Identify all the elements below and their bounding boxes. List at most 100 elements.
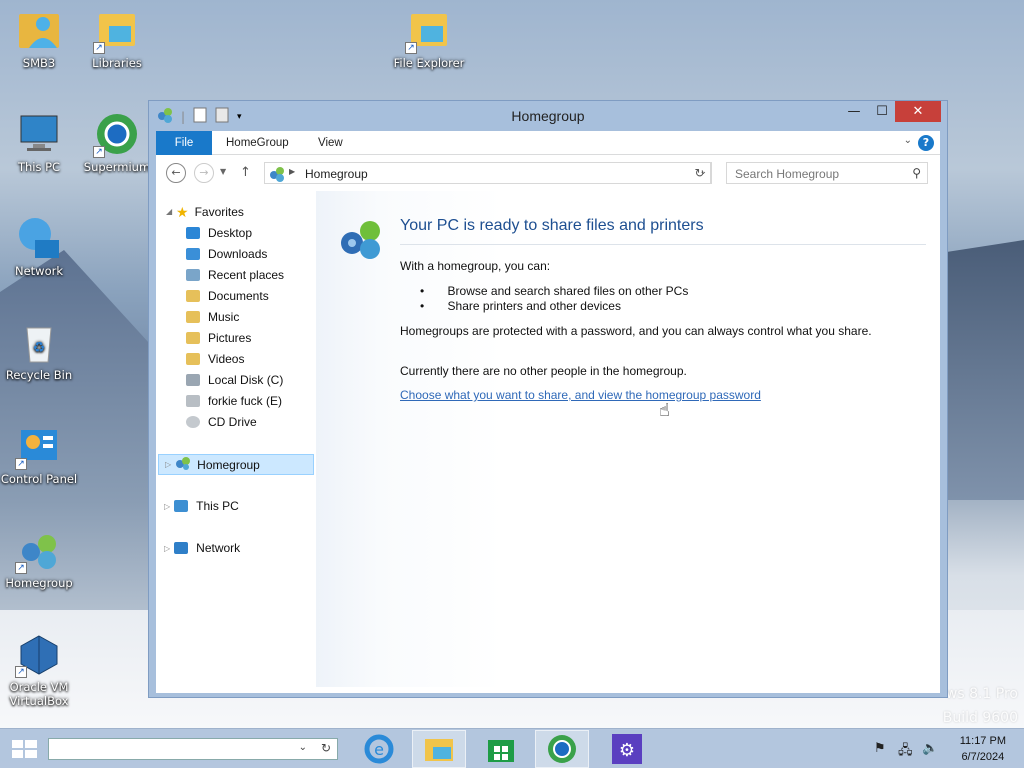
explorer-window: | ▾ Homegroup — ☐ ✕ File HomeGroup View … — [148, 100, 948, 698]
control-panel-icon: ↗ — [15, 424, 61, 470]
tab-homegroup[interactable]: HomeGroup — [212, 131, 303, 155]
help-icon[interactable]: ? — [918, 135, 934, 151]
network-small-icon — [174, 542, 189, 554]
desktop-icon-label: Oracle VM VirtualBox — [9, 680, 69, 708]
desktop-icon-label: Libraries — [92, 56, 142, 70]
computer-icon — [17, 112, 61, 156]
back-button[interactable]: ← — [166, 163, 186, 183]
shortcut-arrow-icon: ↗ — [15, 666, 27, 678]
nav-label: forkie fuck (E) — [208, 394, 283, 408]
store-icon — [488, 740, 514, 762]
bullet-text: Share printers and other devices — [447, 299, 621, 313]
share-settings-link[interactable]: Choose what you want to share, and view … — [400, 388, 761, 402]
nav-item-downloads[interactable]: Downloads — [186, 244, 267, 264]
search-icon[interactable]: ⚲ — [912, 166, 921, 180]
homegroup-small-icon — [269, 166, 285, 185]
breadcrumb[interactable]: Homegroup — [305, 167, 368, 181]
music-icon — [186, 311, 200, 323]
minimize-button[interactable]: — — [841, 101, 867, 122]
expand-ribbon-icon[interactable]: ⌄ — [904, 135, 912, 146]
shortcut-arrow-icon: ↗ — [93, 146, 105, 158]
nav-item-videos[interactable]: Videos — [186, 349, 244, 369]
taskbar-supermium[interactable] — [535, 730, 589, 768]
nav-item-documents[interactable]: Documents — [186, 286, 269, 306]
nav-favorites[interactable]: ★ Favorites — [176, 202, 244, 222]
nav-item-network[interactable]: ▷ Network — [158, 538, 240, 558]
pictures-icon — [186, 332, 200, 344]
edition-watermark: ws 8.1 Pro — [945, 686, 1018, 702]
desktop-icon-smb3[interactable]: SMB3 — [0, 8, 78, 70]
taskbar-file-explorer[interactable] — [412, 730, 466, 768]
svg-text:e: e — [374, 740, 384, 759]
nav-item-music[interactable]: Music — [186, 307, 239, 327]
clock-date: 6/7/2024 — [961, 751, 1005, 763]
refresh-button[interactable]: ↻ — [689, 162, 711, 184]
network-globe-icon — [17, 216, 61, 260]
homegroup-content: Your PC is ready to share files and prin… — [316, 191, 940, 691]
address-bar[interactable]: ▶ Homegroup ⌄ — [264, 162, 712, 184]
page-title: Your PC is ready to share files and prin… — [400, 217, 704, 234]
breadcrumb-chevron-icon[interactable]: ▶ — [289, 167, 295, 176]
title-bar[interactable]: | ▾ Homegroup — ☐ ✕ — [149, 101, 947, 131]
forward-button[interactable]: → — [194, 163, 214, 183]
desktop-icon-this-pc[interactable]: This PC — [0, 112, 78, 174]
tab-file[interactable]: File — [156, 131, 212, 155]
refresh-icon[interactable]: ↻ — [321, 741, 331, 755]
up-button[interactable]: ↑ — [240, 165, 251, 180]
desktop-icon-recycle-bin[interactable]: ♻ Recycle Bin — [0, 320, 78, 382]
nav-item-local-disk-c[interactable]: Local Disk (C) — [186, 370, 283, 390]
star-icon: ★ — [176, 203, 189, 220]
nav-item-cd-drive[interactable]: CD Drive — [186, 412, 257, 432]
taskbar-internet-explorer[interactable]: e — [352, 730, 406, 768]
nav-label: Favorites — [194, 205, 244, 219]
taskbar-store[interactable] — [474, 730, 528, 768]
tab-view[interactable]: View — [304, 131, 357, 155]
start-button[interactable] — [10, 738, 40, 760]
maximize-button[interactable]: ☐ — [869, 101, 895, 122]
volume-muted-icon[interactable]: 🔈 — [922, 741, 938, 756]
taskbar-search-input[interactable]: ⌄ ↻ — [48, 738, 338, 760]
nav-item-this-pc[interactable]: ▷ This PC — [158, 496, 239, 516]
removable-drive-icon — [186, 395, 200, 407]
expand-arrow-icon[interactable]: ▷ — [165, 460, 171, 469]
network-status-icon[interactable]: 🖧 — [898, 741, 913, 763]
desktop-icon-libraries[interactable]: ↗ Libraries — [78, 8, 156, 70]
expand-arrow-icon[interactable]: ▷ — [164, 544, 170, 553]
recent-locations-icon[interactable]: ▼ — [220, 167, 226, 176]
nav-item-homegroup[interactable]: ▷ Homegroup — [158, 454, 314, 475]
intro-text: With a homegroup, you can: — [400, 259, 551, 273]
nav-item-desktop[interactable]: Desktop — [186, 223, 252, 243]
nav-label: Music — [208, 310, 240, 324]
collapse-favorites-icon[interactable]: ◢ — [166, 207, 172, 216]
desktop-icon-label: Control Panel — [0, 472, 78, 486]
desktop-icon — [186, 227, 200, 239]
search-dropdown-icon[interactable]: ⌄ — [299, 742, 307, 753]
action-center-flag-icon[interactable]: ⚑ — [874, 741, 886, 756]
build-watermark: Build 9600 — [942, 710, 1018, 726]
expand-arrow-icon[interactable]: ▷ — [164, 502, 170, 511]
shortcut-arrow-icon: ↗ — [15, 562, 27, 574]
clock[interactable]: 11:17 PM 6/7/2024 — [960, 733, 1006, 765]
desktop-icon-supermium[interactable]: ↗ Supermium — [78, 112, 156, 174]
divider — [400, 244, 926, 245]
hand-cursor-icon: ☝ — [659, 400, 670, 421]
desktop-icon-network[interactable]: Network — [0, 216, 78, 278]
homegroup-large-icon — [340, 219, 388, 264]
search-input[interactable]: Search Homegroup ⚲ — [726, 162, 928, 184]
nav-item-drive-e[interactable]: forkie fuck (E) — [186, 391, 282, 411]
nav-label: This PC — [196, 499, 239, 513]
nav-item-recent-places[interactable]: Recent places — [186, 265, 284, 285]
desktop-icon-virtualbox[interactable]: ↗ Oracle VM VirtualBox — [0, 632, 78, 708]
desktop-icon-control-panel[interactable]: ↗ Control Panel — [0, 424, 78, 486]
nav-item-pictures[interactable]: Pictures — [186, 328, 251, 348]
desktop-icon-file-explorer[interactable]: ↗ File Explorer — [390, 8, 468, 70]
supermium-browser-icon — [548, 735, 576, 763]
nav-label: Videos — [208, 352, 245, 366]
desktop-icon-label: Recycle Bin — [5, 368, 73, 382]
taskbar-settings[interactable]: ⚙ — [600, 730, 654, 768]
shortcut-arrow-icon: ↗ — [15, 458, 27, 470]
wallpaper-mountain-right — [940, 240, 1024, 500]
close-button[interactable]: ✕ — [895, 101, 941, 122]
status-bar — [156, 687, 940, 693]
desktop-icon-homegroup[interactable]: ↗ Homegroup — [0, 528, 78, 590]
